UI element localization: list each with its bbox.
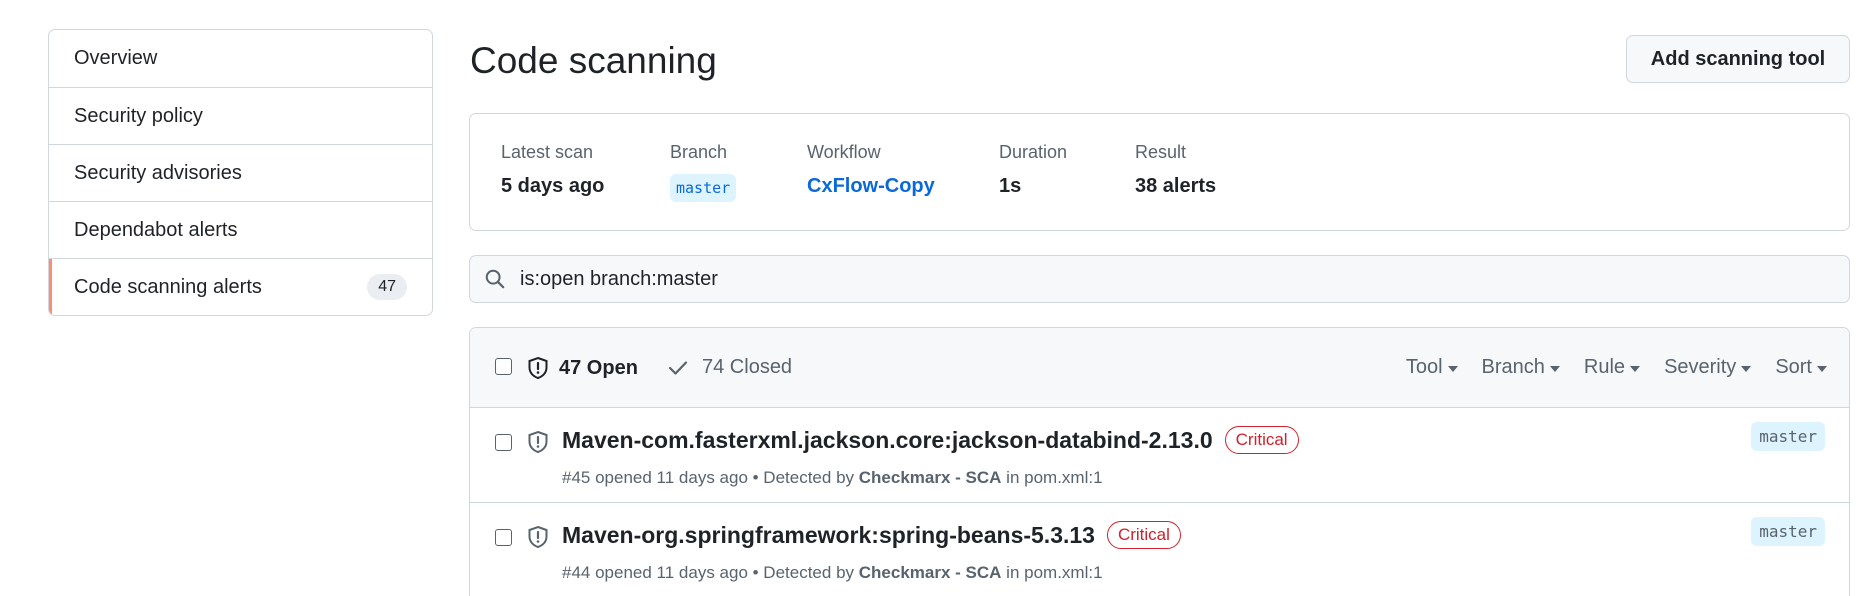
alert-title-line: Maven-com.fasterxml.jackson.core:jackson…: [562, 426, 1299, 454]
branch-column: Branch master: [670, 142, 737, 202]
alerts-list: 47 Open 74 Closed Tool Branch Rule Sever…: [469, 327, 1850, 596]
alert-meta-suffix: in pom.xml:1: [1006, 563, 1103, 582]
alert-row: Maven-com.fasterxml.jackson.core:jackson…: [470, 408, 1849, 503]
result-column: Result 38 alerts: [1135, 142, 1216, 198]
result-label: Result: [1135, 142, 1187, 162]
alert-row: Maven-org.springframework:spring-beans-5…: [470, 503, 1849, 596]
scan-summary: Latest scan 5 days ago Branch master Wor…: [469, 113, 1850, 231]
shield-icon: [528, 430, 548, 454]
alert-meta: #45 opened 11 days ago • Detected by Che…: [562, 468, 1103, 488]
sort-filter[interactable]: Sort: [1775, 356, 1827, 379]
severity-filter[interactable]: Severity: [1664, 356, 1752, 379]
sidebar-item-dependabot-alerts[interactable]: Dependabot alerts: [49, 201, 432, 258]
alert-search-bar: [469, 255, 1850, 303]
search-input[interactable]: [520, 267, 1720, 291]
add-scanning-tool-button[interactable]: Add scanning tool: [1626, 35, 1850, 83]
closed-alerts-tab[interactable]: 74 Closed: [668, 356, 792, 379]
alert-title-link[interactable]: Maven-com.fasterxml.jackson.core:jackson…: [562, 427, 1213, 454]
alerts-list-header: 47 Open 74 Closed Tool Branch Rule Sever…: [470, 328, 1849, 408]
alert-meta-prefix: #44 opened 11 days ago • Detected by: [562, 563, 855, 582]
duration-column: Duration 1s: [999, 142, 1067, 198]
sidebar-item-overview[interactable]: Overview: [49, 30, 432, 87]
caret-down-icon: [1817, 365, 1827, 372]
security-sidebar: Overview Security policy Security adviso…: [48, 29, 433, 316]
branch-filter[interactable]: Branch: [1482, 356, 1560, 379]
caret-down-icon: [1741, 365, 1752, 372]
branch-label: Branch: [670, 142, 728, 162]
filter-label: Severity: [1664, 356, 1737, 378]
open-alerts-tab[interactable]: 47 Open: [527, 356, 638, 380]
filter-label: Branch: [1481, 356, 1545, 378]
alert-tool-name: Checkmarx - SCA: [858, 468, 1002, 487]
shield-icon: [528, 525, 548, 549]
latest-scan-column: Latest scan 5 days ago: [501, 142, 604, 198]
sidebar-item-code-scanning-alerts[interactable]: Code scanning alerts 47: [49, 258, 432, 315]
alert-checkbox[interactable]: [495, 529, 512, 546]
sidebar-item-label: Security policy: [74, 104, 203, 127]
workflow-column: Workflow CxFlow-Copy: [807, 142, 935, 198]
alert-meta: #44 opened 11 days ago • Detected by Che…: [562, 563, 1103, 583]
open-alerts-label: 47 Open: [559, 356, 638, 379]
tool-filter[interactable]: Tool: [1406, 356, 1458, 379]
select-all-checkbox[interactable]: [495, 358, 512, 375]
check-icon: [668, 360, 688, 375]
filter-menus: Tool Branch Rule Severity Sort: [1406, 356, 1827, 379]
alert-title-line: Maven-org.springframework:spring-beans-5…: [562, 521, 1181, 549]
alert-meta-suffix: in pom.xml:1: [1006, 468, 1103, 487]
alert-branch-label: master: [1751, 517, 1825, 546]
severity-badge: Critical: [1106, 521, 1181, 549]
sidebar-item-security-policy[interactable]: Security policy: [49, 87, 432, 144]
sidebar-item-label: Dependabot alerts: [74, 218, 238, 241]
alert-title-link[interactable]: Maven-org.springframework:spring-beans-5…: [562, 522, 1095, 549]
filter-label: Sort: [1775, 356, 1812, 378]
alert-meta-prefix: #45 opened 11 days ago • Detected by: [562, 468, 855, 487]
filter-label: Rule: [1583, 356, 1626, 378]
branch-chip[interactable]: master: [670, 174, 737, 202]
alert-checkbox[interactable]: [495, 434, 512, 451]
sidebar-item-label: Security advisories: [74, 161, 242, 184]
duration-label: Duration: [999, 142, 1068, 162]
sidebar-item-label: Code scanning alerts: [74, 275, 262, 298]
caret-down-icon: [1549, 365, 1560, 372]
alert-tool-name: Checkmarx - SCA: [858, 563, 1002, 582]
sidebar-item-label: Overview: [74, 47, 158, 69]
search-icon: [485, 269, 505, 289]
page-title: Code scanning: [470, 40, 717, 81]
latest-scan-value: 5 days ago: [501, 175, 605, 197]
sidebar-item-security-advisories[interactable]: Security advisories: [49, 144, 432, 201]
latest-scan-label: Latest scan: [501, 142, 594, 162]
duration-value: 1s: [999, 175, 1022, 197]
rule-filter[interactable]: Rule: [1583, 356, 1641, 379]
workflow-label: Workflow: [807, 142, 881, 162]
closed-alerts-label: 74 Closed: [702, 356, 793, 378]
alert-count-badge: 47: [367, 274, 407, 300]
shield-icon: [528, 356, 548, 380]
filter-label: Tool: [1405, 356, 1443, 378]
alert-branch-label: master: [1751, 422, 1825, 451]
result-value: 38 alerts: [1135, 175, 1217, 197]
severity-badge: Critical: [1224, 426, 1299, 454]
workflow-link[interactable]: CxFlow-Copy: [807, 175, 935, 198]
caret-down-icon: [1630, 365, 1641, 372]
caret-down-icon: [1447, 365, 1458, 372]
